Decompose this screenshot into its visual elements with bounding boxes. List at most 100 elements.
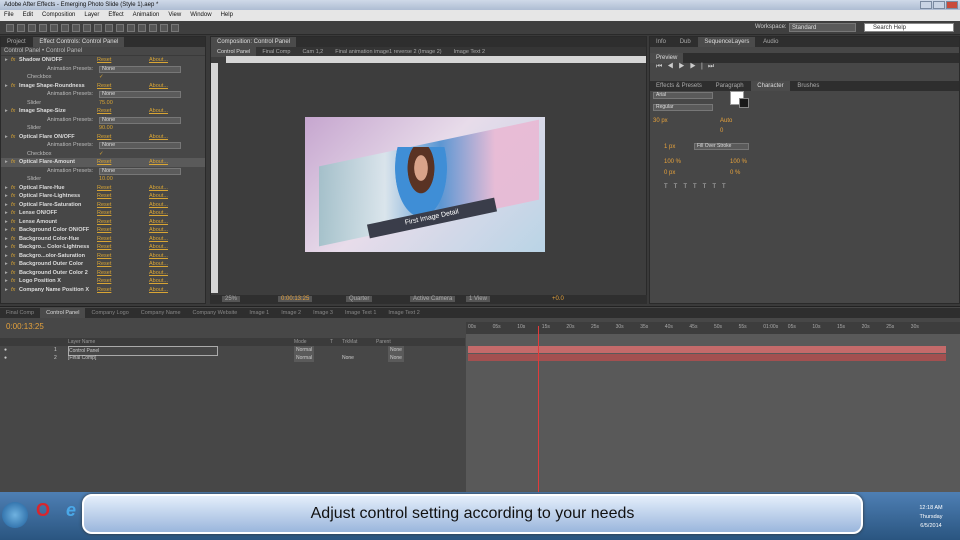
resolution-select[interactable]: Quarter: [346, 296, 373, 302]
effect-row[interactable]: ▸ fx Background Color-Hue Reset About...: [1, 235, 205, 244]
effect-row[interactable]: ▸ fx Optical Flare ON/OFF Reset About...: [1, 133, 205, 142]
about-link[interactable]: About...: [149, 235, 168, 244]
effect-row[interactable]: ▸ fx Logo Position X Reset About...: [1, 277, 205, 286]
preview-controls[interactable]: ⏮◀▶▶|⏭: [650, 63, 959, 75]
effect-param-row[interactable]: Checkbox ✓: [1, 150, 205, 159]
reset-link[interactable]: Reset: [97, 260, 111, 269]
tab-effect-controls[interactable]: Effect Controls: Control Panel: [33, 37, 125, 47]
effect-row[interactable]: ▸ fx Background Color ON/OFF Reset About...: [1, 226, 205, 235]
timeline-tab[interactable]: Company Logo: [85, 308, 134, 318]
tool-icon[interactable]: [138, 24, 146, 32]
tab-composition[interactable]: Composition: Control Panel: [211, 37, 297, 47]
animation-presets-select[interactable]: None: [99, 142, 181, 149]
close-button[interactable]: [946, 1, 958, 9]
leading-value[interactable]: Auto: [720, 118, 732, 124]
tab-character[interactable]: Character: [751, 81, 790, 91]
horizontal-scale-value[interactable]: 100 %: [730, 159, 747, 165]
effect-row[interactable]: ▸ fx Shadow ON/OFF Reset About...: [1, 56, 205, 65]
effect-row[interactable]: ▸ fx Backgro...olor-Saturation Reset About..…: [1, 252, 205, 261]
timeline-tab[interactable]: Image 1: [243, 308, 275, 318]
timeline-tab[interactable]: Image 2: [275, 308, 307, 318]
tool-icon[interactable]: [83, 24, 91, 32]
menu-window[interactable]: Window: [190, 10, 211, 21]
about-link[interactable]: About...: [149, 56, 168, 65]
eye-icon[interactable]: ●: [4, 346, 7, 354]
reset-link[interactable]: Reset: [97, 201, 111, 210]
workspace-select[interactable]: Standard: [789, 23, 856, 32]
effect-row[interactable]: ▸ fx Background Outer Color 2 Reset About...: [1, 269, 205, 278]
effect-param-row[interactable]: Slider 10.00: [1, 175, 205, 184]
tool-icon[interactable]: [61, 24, 69, 32]
reset-link[interactable]: Reset: [97, 235, 111, 244]
reset-link[interactable]: Reset: [97, 286, 111, 295]
param-value[interactable]: ✓: [99, 150, 104, 159]
expand-triangle-icon[interactable]: ▸: [5, 133, 8, 142]
layer-parent-select[interactable]: None: [388, 346, 404, 354]
layer-row[interactable]: ● 1 Control Panel Normal None: [0, 346, 465, 356]
fx-icon[interactable]: fx: [11, 218, 15, 227]
tool-icon[interactable]: [127, 24, 135, 32]
effect-row[interactable]: ▸ fx Optical Flare-Saturation Reset About...: [1, 201, 205, 210]
about-link[interactable]: About...: [149, 133, 168, 142]
reset-link[interactable]: Reset: [97, 226, 111, 235]
tab-brushes[interactable]: Brushes: [791, 81, 825, 91]
fx-icon[interactable]: fx: [11, 226, 15, 235]
layer-mode-select[interactable]: Normal: [294, 346, 315, 354]
time-ruler[interactable]: 00s 05s 10s 15s 20s 25s 30s 35s 40s 45s 50s 55s 01:0…: [466, 322, 960, 334]
current-time-field[interactable]: 0:00:13:25: [278, 296, 313, 302]
fx-icon[interactable]: fx: [11, 201, 15, 210]
layer-name[interactable]: [Final Comp]: [68, 354, 218, 362]
layer-row[interactable]: ● 2 [Final Comp] Normal None None: [0, 354, 465, 362]
system-clock[interactable]: 12:18 AM Thursday 6/5/2014: [906, 504, 956, 531]
expand-triangle-icon[interactable]: ▸: [5, 107, 8, 116]
zoom-select[interactable]: 25%: [222, 296, 241, 302]
tool-icon[interactable]: [28, 24, 36, 32]
internet-explorer-icon[interactable]: e: [66, 500, 76, 521]
expand-triangle-icon[interactable]: ▸: [5, 56, 8, 65]
about-link[interactable]: About...: [149, 269, 168, 278]
tool-icon[interactable]: [160, 24, 168, 32]
reset-link[interactable]: Reset: [97, 252, 111, 261]
effect-row[interactable]: ▸ fx Background Outer Color Reset About...: [1, 260, 205, 269]
start-button-icon[interactable]: [2, 502, 28, 528]
tab-dub[interactable]: Dub: [674, 37, 697, 47]
expand-triangle-icon[interactable]: ▸: [5, 269, 8, 278]
effect-row[interactable]: ▸ fx Lense Amount Reset About...: [1, 218, 205, 227]
reset-link[interactable]: Reset: [97, 158, 111, 167]
layer-trkmat-select[interactable]: None: [342, 354, 354, 362]
stroke-width-value[interactable]: 1 px: [664, 144, 675, 150]
timeline-tab[interactable]: Image 3: [307, 308, 339, 318]
fx-icon[interactable]: fx: [11, 252, 15, 261]
font-family-select[interactable]: Arial: [653, 92, 713, 99]
fx-icon[interactable]: fx: [11, 133, 15, 142]
opera-icon[interactable]: O: [36, 500, 50, 521]
tab-effects-presets[interactable]: Effects & Presets: [650, 81, 708, 91]
timeline-tab[interactable]: Image Text 1: [339, 308, 382, 318]
tab-info[interactable]: Info: [650, 37, 672, 47]
tool-icon[interactable]: [149, 24, 157, 32]
expand-triangle-icon[interactable]: ▸: [5, 158, 8, 167]
effect-row[interactable]: ▸ fx Image Shape-Roundness Reset About...: [1, 82, 205, 91]
menu-help[interactable]: Help: [221, 10, 233, 21]
tool-icon[interactable]: [50, 24, 58, 32]
expand-triangle-icon[interactable]: ▸: [5, 82, 8, 91]
expand-triangle-icon[interactable]: ▸: [5, 286, 8, 295]
fx-icon[interactable]: fx: [11, 235, 15, 244]
stroke-mode-select[interactable]: Fill Over Stroke: [694, 143, 749, 150]
reset-link[interactable]: Reset: [97, 243, 111, 252]
reset-link[interactable]: Reset: [97, 192, 111, 201]
param-value[interactable]: ✓: [99, 73, 104, 82]
about-link[interactable]: About...: [149, 277, 168, 286]
eye-icon[interactable]: ●: [4, 354, 7, 362]
about-link[interactable]: About...: [149, 252, 168, 261]
reset-link[interactable]: Reset: [97, 277, 111, 286]
font-style-select[interactable]: Regular: [653, 104, 713, 111]
tool-icon[interactable]: [94, 24, 102, 32]
composition-viewer[interactable]: First Image Detail: [305, 117, 545, 252]
reset-link[interactable]: Reset: [97, 107, 111, 116]
menu-edit[interactable]: Edit: [23, 10, 33, 21]
tab-paragraph[interactable]: Paragraph: [710, 81, 750, 91]
vertical-scale-value[interactable]: 100 %: [664, 159, 681, 165]
effect-row[interactable]: ▸ fx Backgro... Color-Lightness Reset About.…: [1, 243, 205, 252]
about-link[interactable]: About...: [149, 286, 168, 295]
